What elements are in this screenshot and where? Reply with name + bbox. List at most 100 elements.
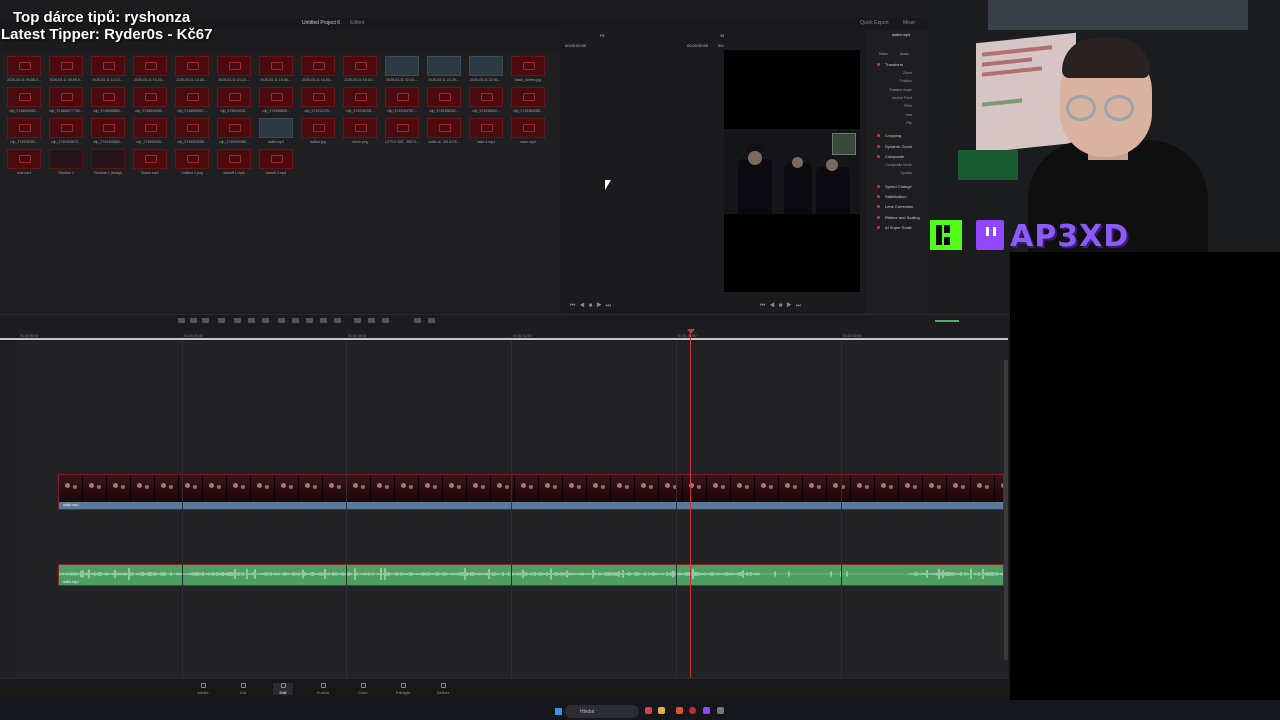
media-clip[interactable]: clip_3748606682... (7, 87, 41, 113)
edit-tool-icon[interactable] (368, 318, 375, 323)
edit-tool-icon[interactable] (428, 318, 435, 323)
vivaldi-icon[interactable] (645, 707, 652, 714)
inspector-section[interactable]: Transform (885, 62, 903, 67)
media-clip[interactable]: clip_374886077785... (49, 87, 83, 113)
media-clip[interactable]: outlie-ai - AH A-FK... (427, 118, 461, 144)
fit-dropdown[interactable]: Fit (600, 33, 604, 38)
inspector-section[interactable]: Dynamic Zoom (885, 144, 912, 149)
edit-tool-icon[interactable] (414, 318, 421, 323)
inspector-section[interactable]: Stabilization (885, 194, 907, 199)
media-clip[interactable]: 2026-03-11 16-02-... (343, 56, 377, 82)
audio-clip[interactable]: dalibi.mp4 (58, 564, 1004, 586)
media-clip[interactable]: 2026-03-11 14-15-... (217, 56, 251, 82)
folder-icon[interactable] (658, 707, 665, 714)
edit-tool-icon[interactable] (190, 318, 197, 323)
enabled-dot-icon[interactable] (877, 216, 880, 219)
enabled-dot-icon[interactable] (877, 205, 880, 208)
media-clip[interactable]: 2026-03-11 16-00-... (301, 56, 335, 82)
inspector-section[interactable]: Cropping (885, 133, 901, 138)
media-clip[interactable]: wanoff 1.mp4 (217, 149, 251, 175)
media-clip[interactable]: 2026-03-11 22-29-... (427, 56, 461, 82)
quick-export-button[interactable]: Quick Export (860, 20, 889, 26)
enabled-dot-icon[interactable] (877, 155, 880, 158)
page-tab-media[interactable]: Media (193, 683, 213, 695)
enabled-dot-icon[interactable] (877, 226, 880, 229)
edit-tool-icon[interactable] (354, 318, 361, 323)
windows-start-icon[interactable] (555, 708, 562, 715)
media-clip[interactable]: clip_3749358282... (427, 87, 461, 113)
media-clip[interactable]: clip_374908808... (259, 87, 293, 113)
enabled-dot-icon[interactable] (877, 63, 880, 66)
edit-tool-icon[interactable] (234, 318, 241, 323)
media-clip[interactable]: 2026-03-11 10-23-... (133, 56, 167, 82)
media-clip[interactable]: clip_3748896897... (175, 87, 209, 113)
media-clip[interactable]: 2026-03-11 10-13-... (91, 56, 125, 82)
media-clip[interactable]: clip_3749406880... (91, 118, 125, 144)
media-clip[interactable]: clip_374916208... (343, 87, 377, 113)
media-clip[interactable]: black_screen.jpg (511, 56, 545, 82)
media-clip[interactable]: dalibor.jpg (301, 118, 335, 144)
inspector-section[interactable]: AI Super Scale (885, 225, 912, 230)
program-transport-controls[interactable]: ⏮◀■▶⏭ (760, 303, 805, 310)
video-clip[interactable]: dalibi.mp4 (58, 474, 1004, 510)
enabled-dot-icon[interactable] (877, 134, 880, 137)
page-tab-cut[interactable]: Cut (233, 683, 253, 695)
edit-tool-icon[interactable] (202, 318, 209, 323)
media-clip[interactable]: naso 4.mp4 (469, 118, 503, 144)
media-clip[interactable]: 2026-03-11 15-56-... (259, 56, 293, 82)
edit-tool-icon[interactable] (218, 318, 225, 323)
inspector-section[interactable]: Retime and Scaling (885, 215, 920, 220)
media-clip[interactable]: Untitled 3.png (175, 149, 209, 175)
media-clip[interactable]: clip_3749403870... (49, 118, 83, 144)
media-clip[interactable]: orce.mp4 (7, 149, 41, 175)
media-clip[interactable]: 2026-03-11 22-10-... (385, 56, 419, 82)
inspector-tab-audio[interactable]: Audio (900, 52, 909, 56)
media-clip[interactable]: clip_374998306... (133, 118, 167, 144)
app-icon[interactable] (717, 707, 724, 714)
media-clip[interactable]: clip_3749366086... (511, 87, 545, 113)
mixer-button[interactable]: Mixer (903, 20, 915, 26)
media-clip[interactable]: Timeline 1 (49, 149, 83, 175)
twitch-taskbar-icon[interactable] (703, 707, 710, 714)
page-tab-deliver[interactable]: Deliver (433, 683, 453, 695)
media-clip[interactable]: Timeline 1 (backp) (91, 149, 125, 175)
page-tab-edit[interactable]: Edit (273, 683, 293, 695)
inspector-section[interactable]: Lens Correction (885, 204, 913, 209)
media-clip[interactable]: clip_374936682... (469, 87, 503, 113)
media-clip[interactable]: clip_3748896980... (133, 87, 167, 113)
app-icon[interactable] (676, 707, 683, 714)
enabled-dot-icon[interactable] (877, 185, 880, 188)
source-viewer[interactable] (562, 30, 724, 314)
page-tab-fusion[interactable]: Fusion (313, 683, 333, 695)
edit-tool-icon[interactable] (306, 318, 313, 323)
volume-slider[interactable] (935, 320, 959, 322)
media-clip[interactable]: naso.mp4 (511, 118, 545, 144)
media-clip[interactable]: clip_3749993088... (175, 118, 209, 144)
media-clip[interactable]: 2026-03-11 22-40-... (469, 56, 503, 82)
edit-tool-icon[interactable] (320, 318, 327, 323)
inspector-section[interactable]: Composite (885, 154, 904, 159)
taskbar-search[interactable] (565, 705, 639, 718)
media-clip[interactable]: 2026-03-11 09-59-5... (49, 56, 83, 82)
enabled-dot-icon[interactable] (877, 195, 880, 198)
edit-tool-icon[interactable] (262, 318, 269, 323)
media-clip[interactable]: dimm.png (343, 118, 377, 144)
media-clip[interactable]: dalibi.mp4 (259, 118, 293, 144)
inspector-section[interactable]: Speed Change (885, 184, 912, 189)
edit-tool-icon[interactable] (382, 318, 389, 323)
playhead[interactable] (690, 330, 691, 678)
edit-tool-icon[interactable] (334, 318, 341, 323)
media-clip[interactable]: clip_3749254787... (385, 87, 419, 113)
media-clip[interactable]: clip_3749999986... (217, 118, 251, 144)
media-clip[interactable]: clip_374911209... (301, 87, 335, 113)
page-tab-color[interactable]: Color (353, 683, 373, 695)
page-tab-fairlight[interactable]: Fairlight (393, 683, 413, 695)
davinci-icon[interactable] (689, 707, 696, 714)
edit-tool-icon[interactable] (278, 318, 285, 323)
inspector-tab-video[interactable]: Video (879, 52, 888, 56)
media-clip[interactable]: clip_3748868880... (91, 87, 125, 113)
edit-tool-icon[interactable] (178, 318, 185, 323)
enabled-dot-icon[interactable] (877, 145, 880, 148)
media-clip[interactable]: LITTLE BIG - BIG D... (385, 118, 419, 144)
media-clip[interactable]: wanoff 2.mp4 (259, 149, 293, 175)
